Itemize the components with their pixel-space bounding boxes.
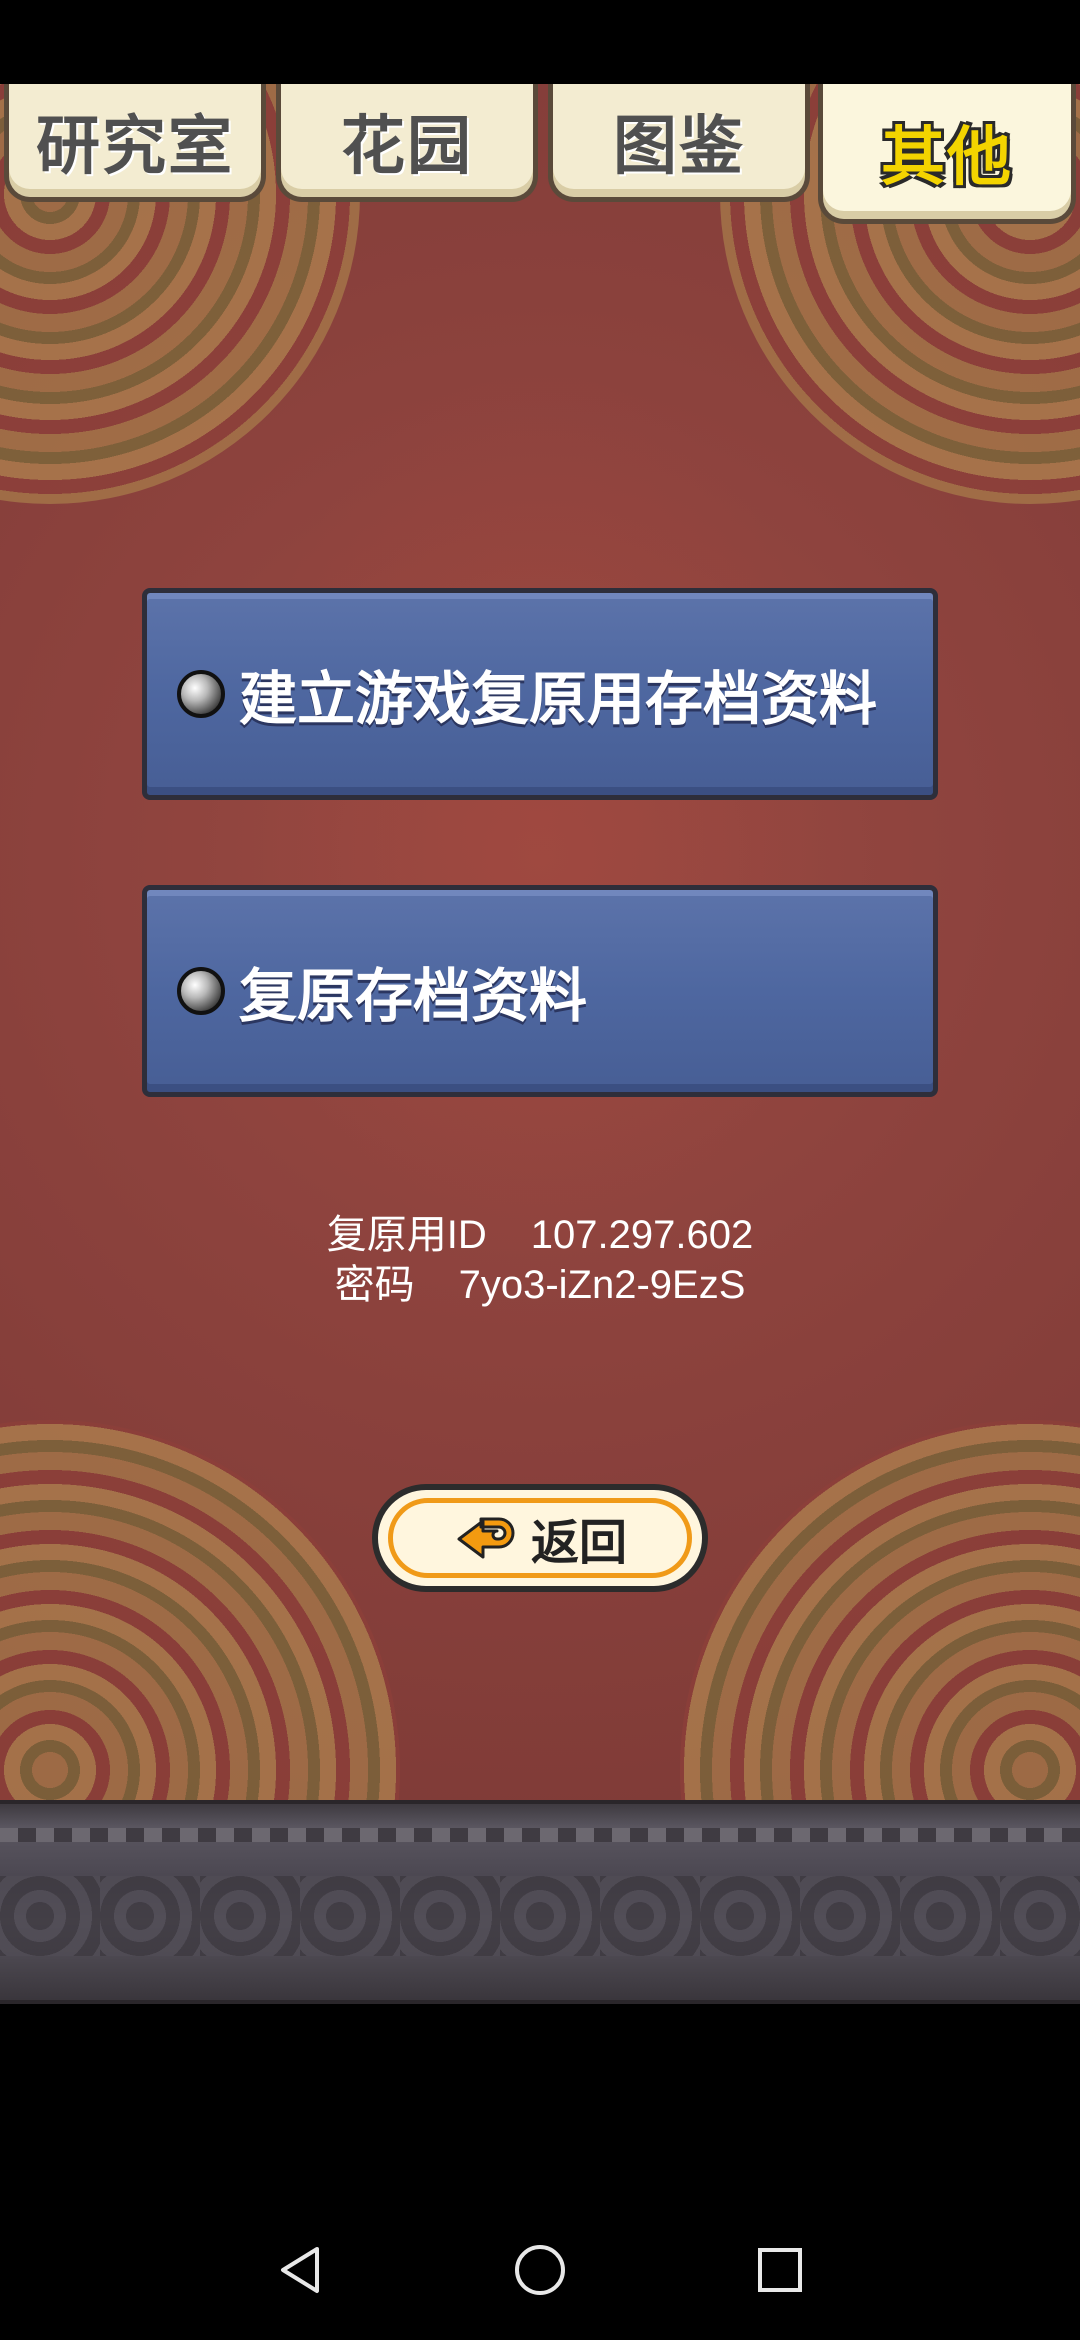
ornament-bottom-left: [0, 1420, 400, 1800]
password-value: 7yo3-iZn2-9EzS: [458, 1263, 746, 1307]
footer-strip: [0, 1828, 1080, 1842]
restore-id-value: 107.297.602: [530, 1213, 754, 1257]
password-label: 密码: [334, 1263, 415, 1307]
circle-home-icon: [515, 2245, 565, 2295]
back-label: 返回: [530, 1515, 627, 1571]
nav-recent-button[interactable]: [750, 2240, 810, 2300]
back-arrow-icon: [457, 1517, 515, 1559]
ornament-bottom-right: [680, 1420, 1080, 1800]
triangle-back-icon: [281, 2247, 319, 2293]
screen: 研究室 花园 图鉴 其他 建立游戏复原用存档资料 复原存档资料 复原用ID 107…: [0, 0, 1080, 2340]
square-recent-icon: [758, 2248, 802, 2292]
restore-backup-button[interactable]: 复原存档资料: [142, 885, 938, 1097]
create-backup-button[interactable]: 建立游戏复原用存档资料: [142, 588, 938, 800]
restore-backup-label: 复原存档资料: [239, 962, 588, 1030]
nav-back-button[interactable]: [270, 2240, 330, 2300]
tab-laboratory[interactable]: 研究室: [4, 84, 266, 202]
decorative-footer-bar: [0, 1800, 1080, 2004]
bullet-icon: [177, 670, 225, 718]
back-button[interactable]: 返回: [372, 1484, 708, 1592]
nav-home-button[interactable]: [510, 2240, 570, 2300]
tab-encyclopedia[interactable]: 图鉴: [548, 84, 810, 202]
restore-id-label: 复原用ID: [326, 1213, 487, 1257]
tab-other[interactable]: 其他: [818, 84, 1076, 224]
bullet-icon: [177, 967, 225, 1015]
tab-bar: 研究室 花园 图鉴 其他: [0, 84, 1080, 234]
system-navigation-bar: [0, 2190, 1080, 2340]
password-line: 密码 7yo3-iZn2-9EzS: [0, 1260, 1080, 1310]
restore-id-line: 复原用ID 107.297.602: [0, 1210, 1080, 1260]
footer-pattern: [0, 1876, 1080, 1956]
create-backup-label: 建立游戏复原用存档资料: [239, 665, 878, 733]
ornament-center: [240, 364, 840, 1264]
tab-garden[interactable]: 花园: [276, 84, 538, 202]
